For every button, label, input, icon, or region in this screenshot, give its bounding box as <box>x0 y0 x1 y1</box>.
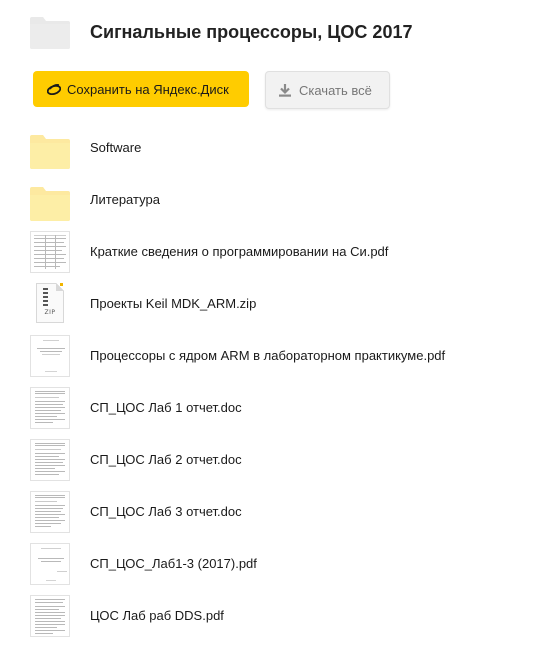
file-name: Проекты Keil MDK_ARM.zip <box>90 296 257 311</box>
download-icon <box>279 83 291 97</box>
download-button-label: Скачать всё <box>299 82 372 98</box>
file-name: ЦОС Лаб раб DDS.pdf <box>90 608 224 623</box>
yandex-disk-icon <box>46 83 62 96</box>
file-name: СП_ЦОС Лаб 1 отчет.doc <box>90 400 242 415</box>
list-item-software[interactable]: Software <box>0 122 548 174</box>
document-thumbnail <box>30 491 70 533</box>
file-name: СП_ЦОС_Лаб1-3 (2017).pdf <box>90 556 257 571</box>
list-item-pdf[interactable]: СП_ЦОС_Лаб1-3 (2017).pdf <box>0 538 548 590</box>
file-name: Процессоры с ядром ARM в лабораторном пр… <box>90 348 446 363</box>
list-item-doc[interactable]: СП_ЦОС Лаб 3 отчет.doc <box>0 486 548 538</box>
document-thumbnail <box>30 335 70 377</box>
folder-icon <box>30 15 70 49</box>
list-item-doc[interactable]: СП_ЦОС Лаб 2 отчет.doc <box>0 434 548 486</box>
list-item-pdf[interactable]: ЦОС Лаб раб DDS.pdf <box>0 590 548 642</box>
download-all-button[interactable]: Скачать всё <box>265 71 390 109</box>
file-name: СП_ЦОС Лаб 2 отчет.doc <box>90 452 242 467</box>
zip-label: ZIP <box>44 309 56 316</box>
list-item-zip[interactable]: ZIP Проекты Keil MDK_ARM.zip <box>0 278 548 330</box>
folder-icon <box>30 127 70 169</box>
document-thumbnail <box>30 595 70 637</box>
file-name: Краткие сведения о программировании на С… <box>90 244 389 259</box>
document-thumbnail <box>30 543 70 585</box>
zip-archive-icon: ZIP <box>30 283 70 325</box>
page-title: Сигнальные процессоры, ЦОС 2017 <box>90 21 413 42</box>
document-thumbnail <box>30 387 70 429</box>
file-name: Software <box>90 140 142 155</box>
document-thumbnail <box>30 439 70 481</box>
file-name: СП_ЦОС Лаб 3 отчет.doc <box>90 504 242 519</box>
save-button-label: Сохранить на Яндекс.Диск <box>67 81 229 97</box>
document-thumbnail <box>30 231 70 273</box>
list-item-pdf[interactable]: Процессоры с ядром ARM в лабораторном пр… <box>0 330 548 382</box>
list-item-pdf[interactable]: Краткие сведения о программировании на С… <box>0 226 548 278</box>
page-header: Сигнальные процессоры, ЦОС 2017 <box>30 14 412 50</box>
save-to-yandex-disk-button[interactable]: Сохранить на Яндекс.Диск <box>33 71 249 107</box>
folder-icon <box>30 179 70 221</box>
file-name: Литература <box>90 192 160 207</box>
list-item-literature[interactable]: Литература <box>0 174 548 226</box>
list-item-doc[interactable]: СП_ЦОС Лаб 1 отчет.doc <box>0 382 548 434</box>
